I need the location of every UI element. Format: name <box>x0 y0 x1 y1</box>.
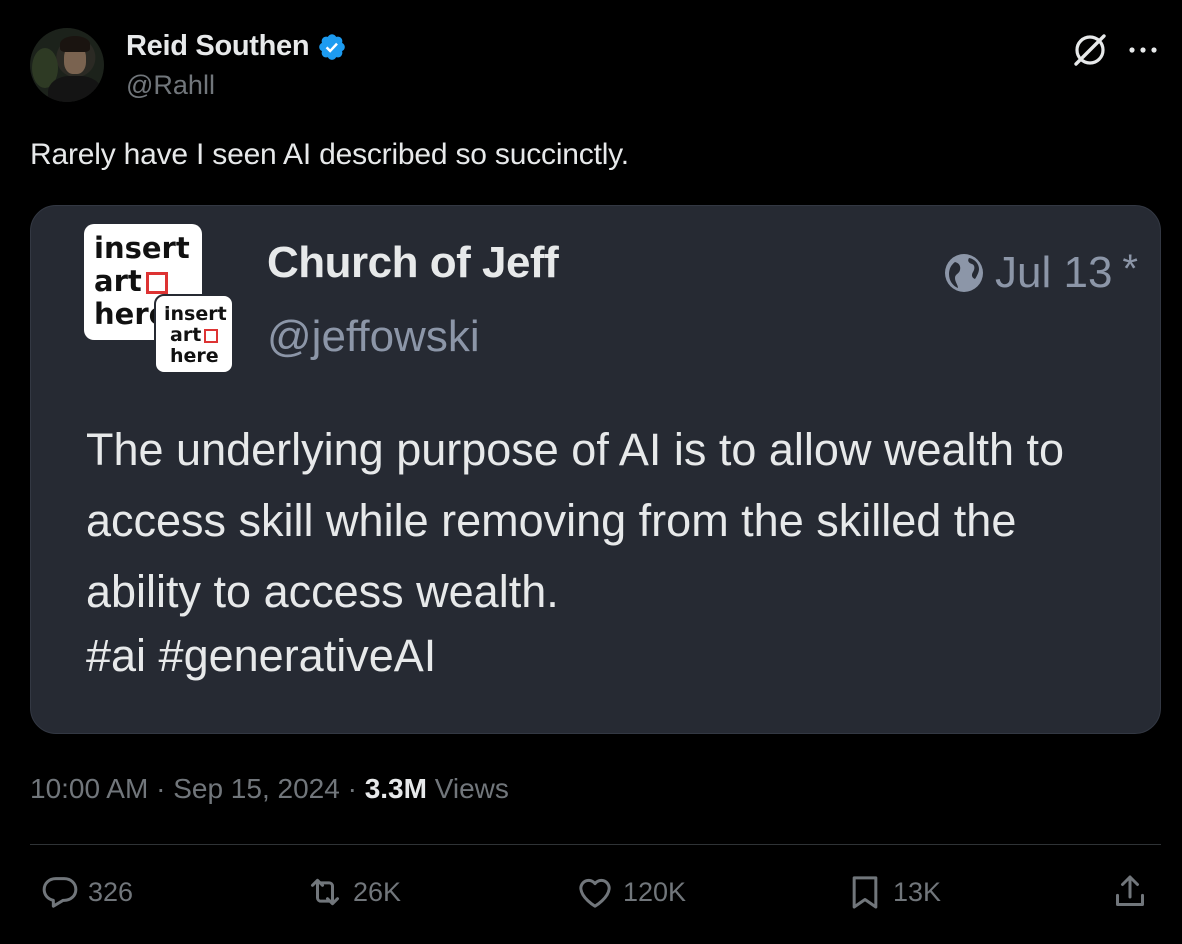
like-count: 120K <box>623 876 687 907</box>
share-button[interactable] <box>1110 872 1150 912</box>
author-handle[interactable]: @Rahll <box>126 70 215 101</box>
repost-count: 26K <box>353 876 402 907</box>
reply-icon <box>42 877 78 908</box>
verified-badge-icon <box>319 33 346 60</box>
like-button[interactable]: 120K <box>575 872 686 912</box>
author-display-name[interactable]: Reid Southen <box>126 30 310 63</box>
tweet-meta: 10:00 AM · Sep 15, 2024 · 3.3M Views <box>30 773 509 804</box>
bookmark-count: 13K <box>893 876 942 907</box>
quoted-post-date: Jul 13 <box>995 248 1113 297</box>
logo-card-small: insert art here <box>154 294 234 374</box>
views-label: Views <box>426 773 509 804</box>
tweet-time[interactable]: 10:00 AM <box>30 773 148 804</box>
quoted-post-card[interactable]: insert art here insert art here Church o… <box>30 205 1161 734</box>
bookmark-button[interactable]: 13K <box>845 872 941 912</box>
views-count[interactable]: 3.3M <box>365 773 427 804</box>
tweet-date[interactable]: Sep 15, 2024 <box>173 773 340 804</box>
quoted-post-handle: @jeffowski <box>267 312 480 361</box>
more-options-icon[interactable] <box>1126 38 1160 62</box>
author-name-row: Reid Southen <box>126 30 347 63</box>
heart-icon <box>579 878 611 908</box>
avatar[interactable] <box>30 28 104 102</box>
repost-button[interactable]: 26K <box>305 872 401 912</box>
reply-button[interactable]: 326 <box>40 872 133 912</box>
grok-icon[interactable] <box>1070 30 1110 70</box>
divider <box>30 844 1161 845</box>
share-icon <box>1116 875 1144 906</box>
quoted-post-avatar[interactable]: insert art here insert art here <box>84 224 236 376</box>
bookmark-icon <box>852 876 878 909</box>
edited-marker: * <box>1122 246 1138 291</box>
quoted-post-body: The underlying purpose of AI is to allow… <box>86 424 1065 617</box>
repost-icon <box>311 878 339 906</box>
quoted-post-hashtags[interactable]: #ai #generativeAI <box>86 630 436 682</box>
reply-count: 326 <box>88 876 134 907</box>
quoted-post-date-group: Jul 13 * <box>943 246 1138 298</box>
globe-icon <box>945 254 983 292</box>
tweet-header: Reid Southen @Rahll <box>30 28 1160 104</box>
quoted-post-display-name: Church of Jeff <box>267 238 559 287</box>
action-bar: 326 26K 120K 13K <box>30 866 1161 926</box>
tweet-text: Rarely have I seen AI described so succi… <box>30 138 629 171</box>
